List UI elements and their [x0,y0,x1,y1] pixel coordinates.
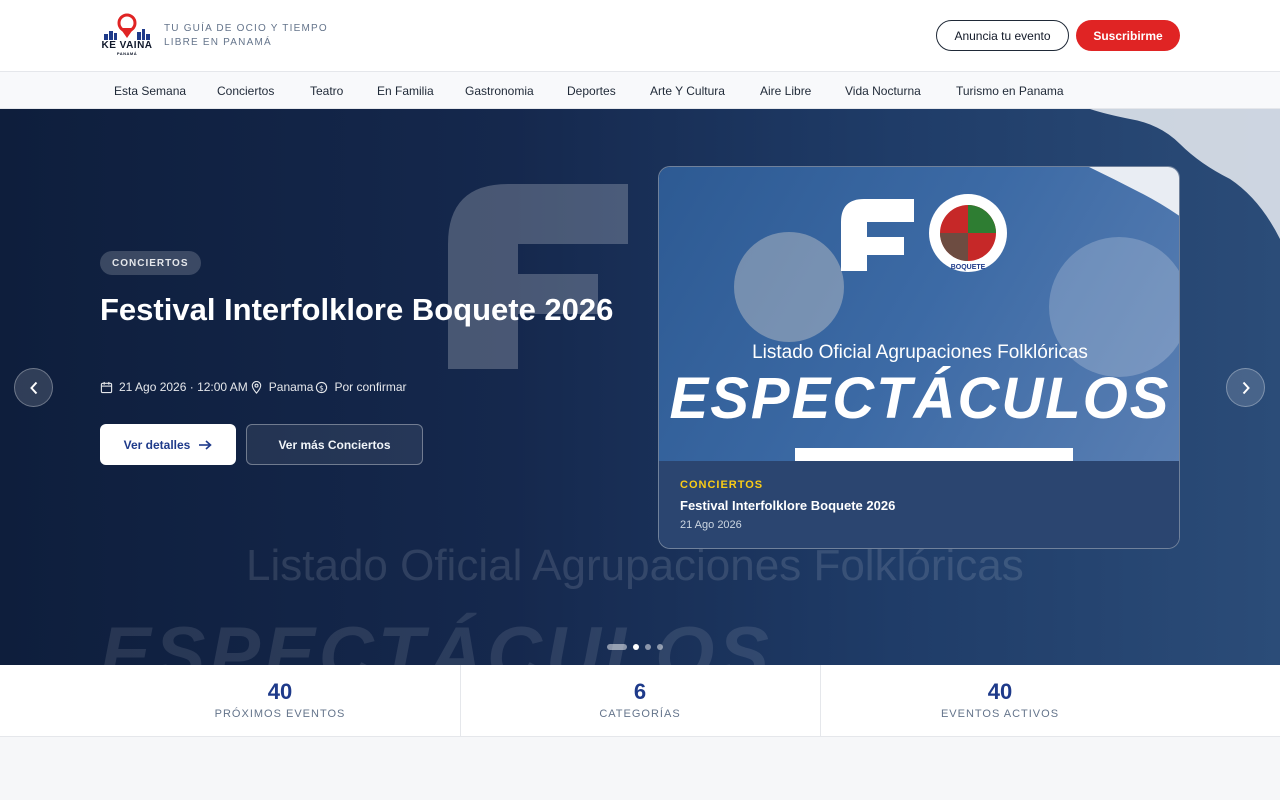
stat-label: EVENTOS ACTIVOS [940,708,1060,720]
hero-date: 21 Ago 2026 · 12:00 AM [119,380,248,394]
carousel-indicators [607,644,663,650]
carousel-next-button[interactable] [1226,368,1265,407]
featured-event-date: 21 Ago 2026 [680,519,742,531]
site-tagline: TU GUÍA DE OCIO Y TIEMPO LIBRE EN PANAMÁ [164,23,328,48]
chevron-right-icon [1242,381,1250,394]
announce-event-button[interactable]: Anuncia tu evento [936,20,1069,51]
nav-item-turismo-en-panama[interactable]: Turismo en Panama [956,72,1064,109]
carousel-dot-active[interactable] [633,644,639,650]
price-coin-icon: $ [316,381,328,393]
view-details-label: Ver detalles [123,437,191,452]
nav-item-esta-semana[interactable]: Esta Semana [114,72,186,109]
stat-active-events: 40 EVENTOS ACTIVOS [820,665,1180,737]
nav-item-conciertos[interactable]: Conciertos [217,72,274,109]
view-more-concerts-button[interactable]: Ver más Conciertos [246,424,423,465]
site-header: KE VAINA PANAMÁ TU GUÍA DE OCIO Y TIEMPO… [0,0,1280,72]
svg-text:$: $ [320,383,325,392]
stat-upcoming-events: 40 PRÓXIMOS EVENTOS [100,665,460,737]
nav-item-en-familia[interactable]: En Familia [377,72,434,109]
category-nav: Esta Semana Conciertos Teatro En Familia… [0,72,1280,109]
nav-item-deportes[interactable]: Deportes [567,72,616,109]
poster-title: ESPECTÁCULOS [669,366,1171,431]
nav-item-aire-libre[interactable]: Aire Libre [760,72,811,109]
carousel-dot[interactable] [645,644,651,650]
featured-event-category: CONCIERTOS [680,479,764,491]
logo-pin-icon [104,13,150,40]
stat-label: CATEGORÍAS [599,708,681,720]
carousel-prev-button[interactable] [14,368,53,407]
carousel-dot[interactable] [607,644,627,650]
logo-wordmark: KE VAINA [101,40,153,51]
stats-bar: 40 PRÓXIMOS EVENTOS 6 CATEGORÍAS 40 EVEN… [0,665,1280,737]
hero-bg-title: ESPECTÁCULOS [100,612,773,665]
location-pin-icon [251,380,262,394]
hero-title: Festival Interfolklore Boquete 2026 [100,292,614,327]
site-logo[interactable]: KE VAINA PANAMÁ [100,12,154,58]
calendar-icon [100,381,113,393]
hero-category-badge: CONCIERTOS [100,251,201,275]
stat-value: 6 [633,679,647,704]
subscribe-button[interactable]: Suscribirme [1076,20,1180,51]
hero-location: Panama [268,380,314,394]
hero-bg-logo-shape [448,184,628,369]
hero-meta: 21 Ago 2026 · 12:00 AM Panama $ Por conf… [100,377,407,397]
seal-label: BOQUETE [951,264,986,271]
stat-categories: 6 CATEGORÍAS [460,665,820,737]
nav-item-vida-nocturna[interactable]: Vida Nocturna [845,72,921,109]
nav-item-arte-y-cultura[interactable]: Arte Y Cultura [650,72,725,109]
logo-subtext: PANAMÁ [116,51,138,56]
chevron-left-icon [29,381,37,394]
view-details-button[interactable]: Ver detalles [100,424,236,465]
featured-event-title: Festival Interfolklore Boquete 2026 [680,498,896,513]
featured-event-image: BOQUETE Listado Oficial Agrupaciones Fol… [659,167,1179,461]
arrow-right-icon [199,439,213,450]
featured-event-card[interactable]: BOQUETE Listado Oficial Agrupaciones Fol… [658,166,1180,549]
nav-item-gastronomia[interactable]: Gastronomia [465,72,534,109]
poster-subtitle: Listado Oficial Agrupaciones Folklóricas [752,342,1088,363]
featured-event-info: CONCIERTOS Festival Interfolklore Boquet… [659,461,1179,548]
stat-label: PRÓXIMOS EVENTOS [214,708,346,720]
poster-bar [795,448,1073,461]
hero-carousel: Listado Oficial Agrupaciones Folklóricas… [0,109,1280,665]
stat-value: 40 [267,679,293,704]
boquete-seal-icon: BOQUETE [929,194,1007,272]
carousel-dot[interactable] [657,644,663,650]
nav-item-teatro[interactable]: Teatro [310,72,343,109]
stat-value: 40 [987,679,1013,704]
hero-price: Por confirmar [334,380,407,394]
